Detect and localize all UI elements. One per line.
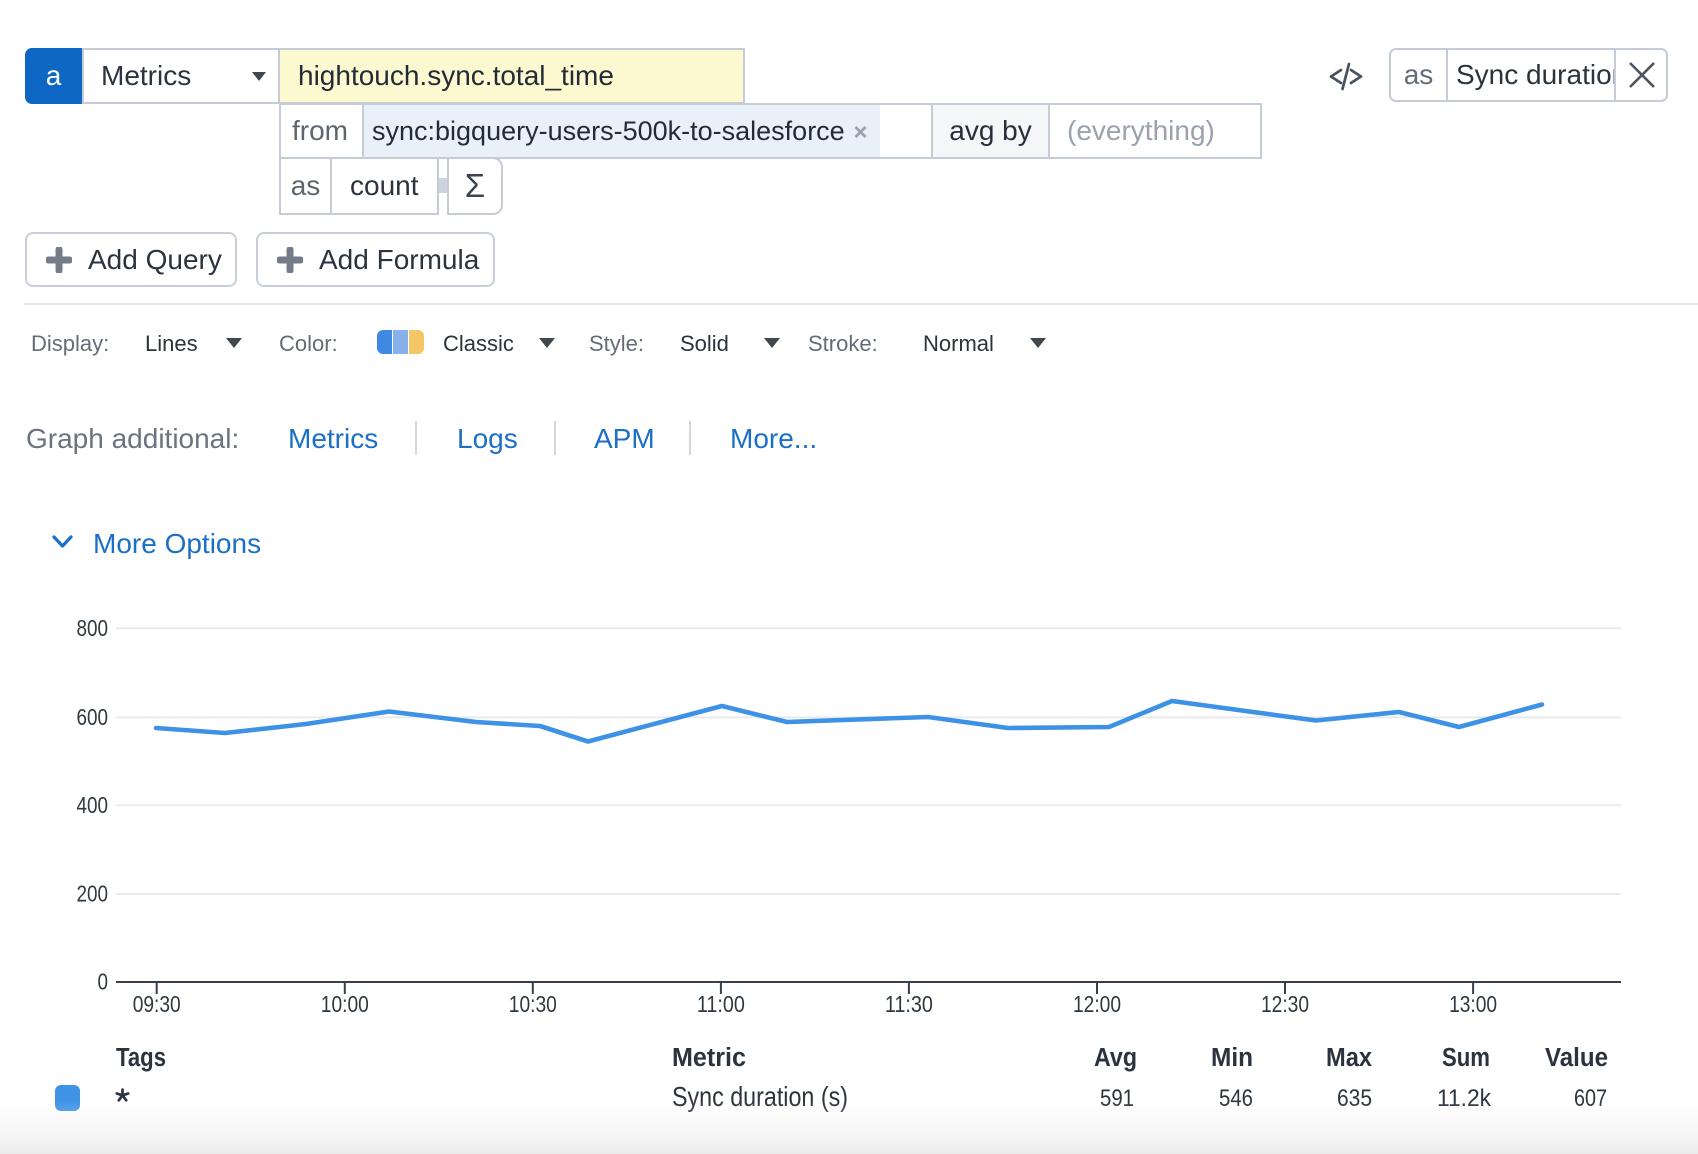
svg-text:10:00: 10:00 xyxy=(321,991,369,1017)
svg-text:Metric: Metric xyxy=(672,1044,746,1072)
svg-text:400: 400 xyxy=(77,792,109,818)
svg-text:800: 800 xyxy=(77,615,109,641)
svg-text:Sum: Sum xyxy=(1442,1044,1490,1072)
svg-text:Value: Value xyxy=(1545,1044,1608,1072)
svg-text:Tags: Tags xyxy=(116,1044,166,1072)
svg-text:Avg: Avg xyxy=(1094,1044,1137,1072)
svg-text:12:30: 12:30 xyxy=(1261,991,1309,1017)
svg-text:12:00: 12:00 xyxy=(1073,991,1121,1017)
svg-text:0: 0 xyxy=(98,969,109,995)
svg-text:200: 200 xyxy=(77,881,109,907)
svg-text:11:00: 11:00 xyxy=(697,991,745,1017)
svg-text:11:30: 11:30 xyxy=(885,991,933,1017)
svg-text:13:00: 13:00 xyxy=(1449,991,1497,1017)
svg-text:10:30: 10:30 xyxy=(509,991,557,1017)
svg-text:09:30: 09:30 xyxy=(133,991,181,1017)
svg-text:Min: Min xyxy=(1211,1044,1253,1072)
svg-text:Max: Max xyxy=(1326,1044,1372,1072)
svg-text:600: 600 xyxy=(77,704,109,730)
